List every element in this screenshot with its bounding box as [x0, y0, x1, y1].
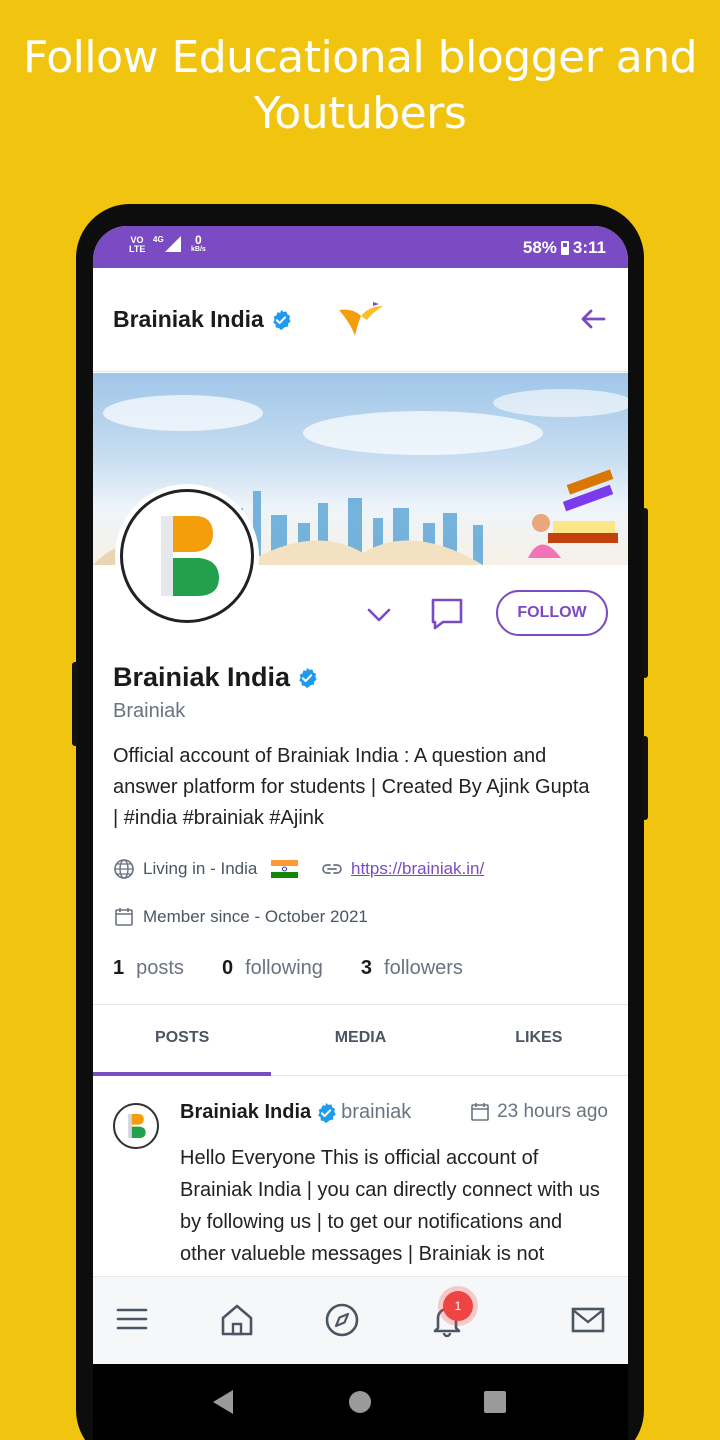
verified-icon [318, 1102, 336, 1123]
notification-badge: 1 [443, 1291, 473, 1321]
india-flag-icon [271, 860, 299, 878]
tab-likes[interactable]: LIKES [450, 1005, 628, 1075]
brand-logo [337, 302, 385, 343]
post-item[interactable]: Brainiak India brainiak 23 hours ago Hel… [93, 1077, 628, 1277]
calendar-icon [115, 908, 133, 926]
post-header: Brainiak India brainiak [180, 1101, 411, 1124]
back-button[interactable] [578, 304, 608, 339]
calendar-icon [471, 1103, 489, 1121]
profile-member-since: Member since - October 2021 [113, 906, 368, 928]
chevron-down-icon [367, 608, 391, 622]
brainiak-logo [161, 516, 219, 596]
following-stat[interactable]: 0 following [222, 957, 323, 980]
home-icon [221, 1304, 253, 1336]
header-title-text: Brainiak India [113, 306, 264, 332]
promo-line-2: Youtubers [253, 88, 467, 139]
link-icon [322, 864, 342, 874]
battery-icon [560, 241, 569, 255]
profile-avatar[interactable] [115, 484, 259, 628]
system-home-icon [349, 1391, 371, 1413]
app-header: Brainiak India [93, 268, 628, 372]
promo-headline: Follow Educational blogger and Youtubers [0, 30, 720, 142]
profile-stats: 1 posts 0 following 3 followers [113, 957, 501, 980]
battery-percent: 58% [522, 238, 557, 257]
post-handle: brainiak [341, 1101, 412, 1123]
back-arrow-icon [581, 309, 606, 329]
profile-location: Living in - India [113, 858, 299, 880]
post-time-text: 23 hours ago [497, 1101, 608, 1122]
messages-button[interactable] [570, 1302, 606, 1343]
message-button[interactable] [429, 596, 465, 637]
post-body: Hello Everyone This is official account … [180, 1147, 600, 1265]
profile-username: Brainiak [113, 700, 186, 722]
globe-icon [114, 859, 134, 879]
post-avatar[interactable] [113, 1103, 159, 1149]
app-screen: VO LTE 4G 0 kB/s 58% 3:11 Brainiak India [93, 226, 628, 1364]
followers-stat[interactable]: 3 followers [361, 957, 463, 980]
compass-icon [325, 1303, 359, 1337]
profile-website[interactable]: https://brainiak.in/ [321, 858, 484, 880]
tab-media[interactable]: MEDIA [271, 1005, 449, 1075]
menu-button[interactable] [115, 1302, 149, 1341]
mail-icon [571, 1307, 605, 1333]
verified-icon [299, 667, 317, 688]
profile-bio: Official account of Brainiak India : A q… [113, 745, 590, 829]
follow-button[interactable]: FOLLOW [496, 590, 608, 636]
posts-stat[interactable]: 1 posts [113, 957, 184, 980]
bottom-navigation: 1 [93, 1276, 628, 1364]
location-text: Living in - India [143, 859, 258, 878]
post-author[interactable]: Brainiak India [180, 1101, 311, 1124]
header-title: Brainiak India [113, 306, 292, 333]
explore-button[interactable] [324, 1302, 360, 1343]
verified-icon [273, 309, 291, 330]
profile-name-text: Brainiak India [113, 662, 291, 692]
profile-tabs: POSTS MEDIA LIKES [93, 1004, 628, 1076]
menu-icon [116, 1308, 148, 1330]
chat-icon [431, 598, 463, 630]
home-button[interactable] [219, 1302, 255, 1343]
system-navigation-bar [93, 1364, 628, 1440]
data-speed: 0 kB/s [191, 232, 206, 253]
phone-side-button [72, 662, 78, 746]
system-back-icon [213, 1390, 233, 1414]
profile-name: Brainiak India [113, 662, 318, 693]
status-bar: VO LTE 4G 0 kB/s 58% 3:11 [93, 226, 628, 268]
volte-icon: VO LTE [129, 234, 146, 254]
tab-posts[interactable]: POSTS [93, 1005, 272, 1076]
brainiak-logo [128, 1114, 146, 1138]
system-recents-icon [484, 1391, 506, 1413]
signal-icon: 4G [153, 234, 183, 255]
website-link[interactable]: https://brainiak.in/ [351, 859, 484, 879]
member-since-text: Member since - October 2021 [143, 907, 368, 926]
svg-text:4G: 4G [153, 235, 164, 244]
post-time: 23 hours ago [469, 1101, 608, 1123]
phone-side-button [642, 508, 648, 678]
more-options-button[interactable] [365, 602, 393, 631]
phone-side-button [642, 736, 648, 820]
promo-line-1: Follow Educational blogger and [22, 32, 698, 83]
clock: 3:11 [572, 238, 606, 257]
